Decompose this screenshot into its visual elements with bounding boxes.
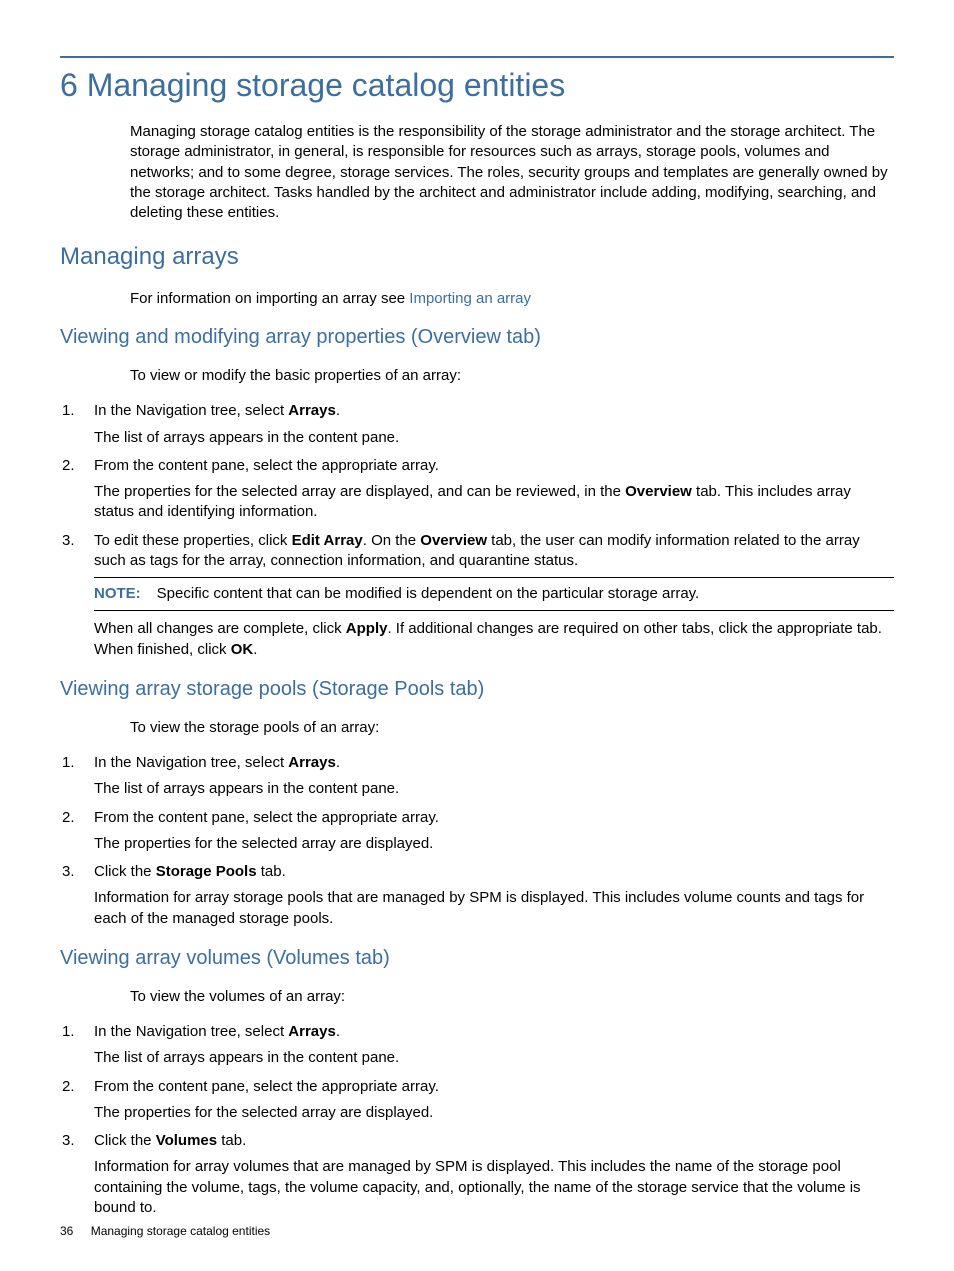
list-item: 2. From the content pane, select the app… [60, 456, 894, 529]
step-number: 3. [60, 531, 94, 666]
list-item: 3. Click the Volumes tab. Information fo… [60, 1131, 894, 1224]
list-item: 1. In the Navigation tree, select Arrays… [60, 1022, 894, 1075]
step-body: In the Navigation tree, select Arrays. T… [94, 753, 894, 806]
step-number: 2. [60, 456, 94, 529]
chapter-title: 6 Managing storage catalog entities [60, 64, 894, 107]
step-number: 1. [60, 1022, 94, 1075]
note-text: Specific content that can be modified is… [157, 585, 700, 602]
chapter-title-text: Managing storage catalog entities [87, 67, 566, 103]
storage-pools-tab-lead: To view the storage pools of an array: [130, 718, 894, 738]
step-number: 3. [60, 862, 94, 935]
step-number: 2. [60, 1077, 94, 1130]
volumes-tab-heading: Viewing array volumes (Volumes tab) [60, 945, 894, 972]
managing-arrays-text-before: For information on importing an array se… [130, 290, 409, 307]
managing-arrays-text: For information on importing an array se… [130, 289, 894, 309]
step-body: Click the Volumes tab. Information for a… [94, 1131, 894, 1224]
step-number: 1. [60, 401, 94, 454]
note-box: NOTE: Specific content that can be modifi… [94, 577, 894, 611]
list-item: 3. Click the Storage Pools tab. Informat… [60, 862, 894, 935]
storage-pools-steps: 1. In the Navigation tree, select Arrays… [60, 753, 894, 935]
list-item: 1. In the Navigation tree, select Arrays… [60, 401, 894, 454]
note-label: NOTE: [94, 585, 141, 602]
step-body: From the content pane, select the approp… [94, 456, 894, 529]
step-body: From the content pane, select the approp… [94, 1077, 894, 1130]
list-item: 1. In the Navigation tree, select Arrays… [60, 753, 894, 806]
list-item: 3. To edit these properties, click Edit … [60, 531, 894, 666]
step-body: In the Navigation tree, select Arrays. T… [94, 401, 894, 454]
step-number: 2. [60, 808, 94, 861]
overview-tab-lead: To view or modify the basic properties o… [130, 366, 894, 386]
step-number: 1. [60, 753, 94, 806]
managing-arrays-heading: Managing arrays [60, 241, 894, 273]
list-item: 2. From the content pane, select the app… [60, 1077, 894, 1130]
storage-pools-tab-heading: Viewing array storage pools (Storage Poo… [60, 676, 894, 703]
step-body: To edit these properties, click Edit Arr… [94, 531, 894, 666]
step-body: In the Navigation tree, select Arrays. T… [94, 1022, 894, 1075]
footer-title: Managing storage catalog entities [91, 1224, 270, 1238]
top-rule [60, 56, 894, 58]
step-body: From the content pane, select the approp… [94, 808, 894, 861]
volumes-tab-lead: To view the volumes of an array: [130, 987, 894, 1007]
page-footer: 36 Managing storage catalog entities [60, 1223, 270, 1239]
volumes-steps: 1. In the Navigation tree, select Arrays… [60, 1022, 894, 1224]
page-number: 36 [60, 1224, 73, 1238]
step-number: 3. [60, 1131, 94, 1224]
chapter-number: 6 [60, 67, 78, 103]
step-body: Click the Storage Pools tab. Information… [94, 862, 894, 935]
overview-tab-heading: Viewing and modifying array properties (… [60, 324, 894, 351]
chapter-intro: Managing storage catalog entities is the… [130, 122, 894, 223]
importing-array-link[interactable]: Importing an array [409, 290, 531, 307]
list-item: 2. From the content pane, select the app… [60, 808, 894, 861]
overview-tab-steps: 1. In the Navigation tree, select Arrays… [60, 401, 894, 666]
